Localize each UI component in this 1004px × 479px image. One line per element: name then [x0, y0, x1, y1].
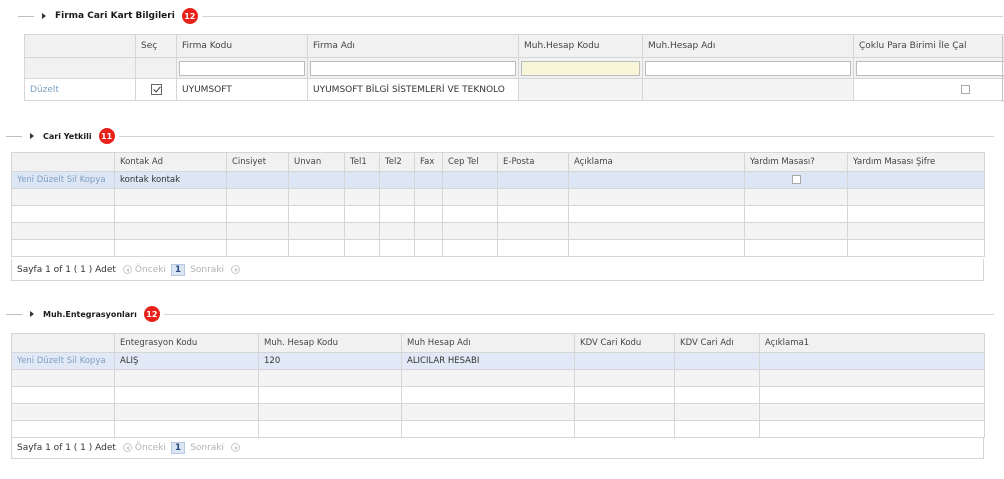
filter-firma-adi-input[interactable]: [310, 60, 516, 76]
column-header-sec[interactable]: Seç: [135, 34, 177, 58]
header-row: Entegrasyon Kodu Muh. Hesap Kodu Muh Hes…: [11, 333, 985, 353]
header-row: Kontak Ad Cinsiyet Unvan Tel1 Tel2 Fax C…: [11, 152, 985, 172]
column-header-firma-adi[interactable]: Firma Adı: [307, 34, 519, 58]
firma-table: Seç Firma Kodu Firma Adı Muh.Hesap Kodu …: [24, 34, 1004, 101]
column-header-muh-hesap-adi[interactable]: Muh Hesap Adı: [401, 333, 575, 353]
firma-kodu-cell: UYUMSOFT: [176, 78, 308, 101]
table-row[interactable]: Yeni Düzelt Sil Kopya ALIŞ 120 ALICILAR …: [11, 352, 985, 370]
column-header-yardim-sifre[interactable]: Yardım Masası Şifre: [847, 152, 985, 172]
section-title: Muh.Entegrasyonları: [43, 309, 137, 319]
select-cell: [135, 78, 177, 101]
muh-entegrasyon-table: Entegrasyon Kodu Muh. Hesap Kodu Muh Hes…: [11, 333, 985, 438]
column-header-kdv-cari-adi[interactable]: KDV Cari Adı: [674, 333, 760, 353]
column-header-kontak-ad[interactable]: Kontak Ad: [114, 152, 227, 172]
edit-link[interactable]: Düzelt: [24, 78, 136, 101]
muh-hesap-kodu-cell: [518, 78, 643, 101]
table-row: Düzelt UYUMSOFT UYUMSOFT BİLGİ SİSTEMLER…: [24, 78, 1004, 101]
next-icon[interactable]: [231, 443, 241, 452]
column-header-kdv-cari-kodu[interactable]: KDV Cari Kodu: [574, 333, 675, 353]
pager-info: Sayfa 1 of 1 ( 1 ) Adet: [17, 264, 116, 275]
divider: [18, 15, 34, 17]
table-row: [11, 386, 985, 404]
section-title: Firma Cari Kart Bilgileri: [55, 11, 175, 21]
filter-coklu-para-input[interactable]: [856, 60, 1004, 76]
count-badge: 12: [181, 8, 198, 24]
header-row: Seç Firma Kodu Firma Adı Muh.Hesap Kodu …: [24, 34, 1004, 58]
column-header-tel2[interactable]: Tel2: [379, 152, 415, 172]
column-header-unvan[interactable]: Unvan: [288, 152, 345, 172]
coklu-para-checkbox[interactable]: [961, 84, 970, 94]
next-button[interactable]: Sonraki: [190, 265, 224, 275]
table-row: [11, 205, 985, 223]
cari-yetkili-table: Kontak Ad Cinsiyet Unvan Tel1 Tel2 Fax C…: [11, 152, 985, 257]
filter-row: [24, 57, 1004, 79]
section-header-firma: Firma Cari Kart Bilgileri 12: [18, 8, 1003, 24]
column-header-coklu-para[interactable]: Çoklu Para Birimi İle Çal: [853, 34, 1004, 58]
collapse-arrow-icon[interactable]: [30, 133, 34, 139]
filter-muh-hesap-kodu-input[interactable]: [521, 60, 640, 76]
column-header-muh-hesap-kodu[interactable]: Muh. Hesap Kodu: [258, 333, 402, 353]
prev-button[interactable]: Önceki: [135, 265, 166, 275]
column-header-tel1[interactable]: Tel1: [344, 152, 380, 172]
table-row: [11, 403, 985, 421]
pager: Sayfa 1 of 1 ( 1 ) Adet Önceki 1 Sonraki: [11, 437, 984, 459]
yardim-masasi-cell: [744, 171, 848, 189]
filter-muh-hesap-adi-input[interactable]: [645, 60, 851, 76]
prev-icon[interactable]: [122, 443, 132, 452]
pager-info: Sayfa 1 of 1 ( 1 ) Adet: [17, 442, 116, 453]
table-row: [11, 369, 985, 387]
kontak-ad-cell: kontak kontak: [114, 171, 227, 189]
column-header-aciklama1[interactable]: Açıklama1: [759, 333, 985, 353]
divider: [201, 15, 1003, 17]
divider: [6, 135, 22, 137]
page-number-button[interactable]: 1: [170, 441, 186, 454]
row-commands[interactable]: Yeni Düzelt Sil Kopya: [11, 352, 115, 370]
divider: [163, 313, 994, 315]
prev-button[interactable]: Önceki: [135, 443, 166, 453]
column-header: [11, 333, 115, 353]
row-commands[interactable]: Yeni Düzelt Sil Kopya: [11, 171, 115, 189]
count-badge: 12: [143, 306, 160, 322]
column-header: [24, 34, 136, 58]
select-checkbox[interactable]: [150, 84, 162, 95]
collapse-arrow-icon[interactable]: [42, 13, 46, 19]
column-header-entegrasyon-kodu[interactable]: Entegrasyon Kodu: [114, 333, 259, 353]
column-header-fax[interactable]: Fax: [414, 152, 443, 172]
muh-hesap-adi-cell: [642, 78, 854, 101]
divider: [118, 135, 994, 137]
table-row: [11, 188, 985, 206]
table-row[interactable]: Yeni Düzelt Sil Kopya kontak kontak: [11, 171, 985, 189]
column-header-firma-kodu[interactable]: Firma Kodu: [176, 34, 308, 58]
column-header-muh-hesap-adi[interactable]: Muh.Hesap Adı: [642, 34, 854, 58]
entegrasyon-kodu-cell: ALIŞ: [114, 352, 259, 370]
section-header-cari: Cari Yetkili 11: [6, 128, 994, 144]
muh-hesap-kodu-cell: 120: [258, 352, 402, 370]
column-header-cep-tel[interactable]: Cep Tel: [442, 152, 498, 172]
next-icon[interactable]: [231, 265, 241, 274]
filter-firma-kodu-input[interactable]: [179, 60, 305, 76]
column-header: [11, 152, 115, 172]
muh-hesap-adi-cell: ALICILAR HESABI: [401, 352, 575, 370]
section-header-muh: Muh.Entegrasyonları 12: [6, 306, 994, 322]
column-header-yardim-masasi[interactable]: Yardım Masası?: [744, 152, 848, 172]
count-badge: 11: [98, 128, 115, 144]
divider: [1002, 36, 1003, 102]
table-row: [11, 222, 985, 240]
prev-icon[interactable]: [122, 265, 132, 274]
table-row: [11, 420, 985, 438]
column-header-muh-hesap-kodu[interactable]: Muh.Hesap Kodu: [518, 34, 643, 58]
coklu-para-cell: [853, 78, 1004, 101]
page-number-button[interactable]: 1: [170, 263, 186, 276]
column-header-cinsiyet[interactable]: Cinsiyet: [226, 152, 289, 172]
column-header-aciklama[interactable]: Açıklama: [568, 152, 745, 172]
yardim-masasi-checkbox[interactable]: [791, 175, 801, 184]
firma-adi-cell: UYUMSOFT BİLGİ SİSTEMLERİ VE TEKNOLO: [307, 78, 519, 101]
divider: [6, 313, 22, 315]
collapse-arrow-icon[interactable]: [30, 311, 34, 317]
section-title: Cari Yetkili: [43, 131, 92, 141]
pager: Sayfa 1 of 1 ( 1 ) Adet Önceki 1 Sonraki: [11, 259, 984, 281]
next-button[interactable]: Sonraki: [190, 443, 224, 453]
column-header-e-posta[interactable]: E-Posta: [497, 152, 569, 172]
table-row: [11, 239, 985, 257]
